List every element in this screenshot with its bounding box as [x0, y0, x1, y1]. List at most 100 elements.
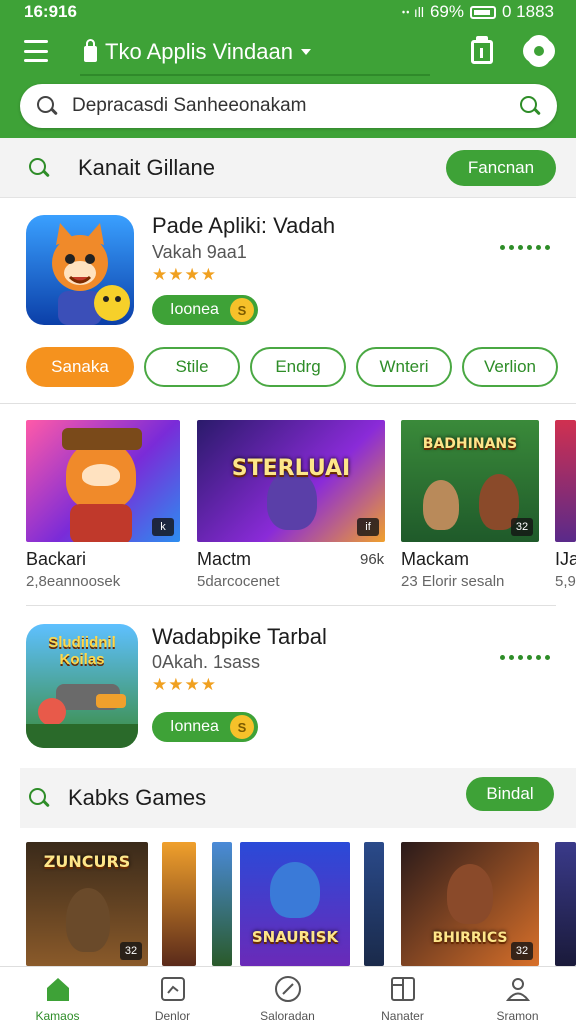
- game-tile[interactable]: ZUNCURS 32: [26, 842, 148, 966]
- tile-name: Mactm: [197, 549, 251, 569]
- more-options-icon[interactable]: [500, 240, 556, 254]
- status-bar: 16:916 ꞏꞏ ıll 69% 0 1883: [0, 0, 576, 26]
- tile-badge: 32: [511, 518, 533, 536]
- rating-stars: ★★★★: [152, 265, 217, 284]
- battery-percent: 69%: [429, 2, 464, 21]
- rating-stars: ★★★★: [152, 675, 217, 694]
- section-title: Kanait Gillane: [78, 154, 215, 180]
- more-options-icon[interactable]: [500, 650, 556, 664]
- chevron-down-icon: [300, 49, 311, 55]
- divider: [0, 403, 576, 404]
- tile-art-title: SNAURISK: [251, 928, 339, 946]
- nav-label: Saloradan: [260, 1009, 315, 1023]
- section-action-button[interactable]: Fancnan: [446, 150, 556, 186]
- search-icon: [28, 157, 50, 179]
- nav-label: Denlor: [154, 1009, 191, 1023]
- tile-name: Backari: [26, 549, 87, 569]
- app-name: Pade Apliki: Vadah: [152, 213, 336, 238]
- gamepad-icon: [161, 977, 185, 1001]
- category-chips: Sanaka Stile Endrg Wnteri Verlion: [0, 347, 576, 387]
- compass-icon: [275, 976, 301, 1002]
- nav-item-games[interactable]: Denlor: [115, 967, 230, 1024]
- game-tile[interactable]: [555, 420, 576, 542]
- nav-label: Kamaos: [35, 1009, 80, 1023]
- chip-verlion[interactable]: Verlion: [462, 347, 558, 387]
- chip-wnteri[interactable]: Wnteri: [356, 347, 452, 387]
- tile-badge: 32: [511, 942, 533, 960]
- clipboard-icon[interactable]: [468, 36, 498, 66]
- nav-item-explore[interactable]: Saloradan: [230, 967, 345, 1024]
- section-header-2: Kabks Games Bindal: [20, 768, 576, 828]
- tile-meta: 2,8eannoosek: [26, 573, 121, 590]
- nav-label: Nanater: [381, 1009, 424, 1023]
- section-header-1: Kanait Gillane Fancnan: [0, 138, 576, 198]
- game-tile[interactable]: BHIRRICS 32: [401, 842, 539, 966]
- search-icon: [28, 787, 50, 809]
- app-header: 16:916 ꞏꞏ ıll 69% 0 1883 Tko Applis Vind…: [0, 0, 576, 138]
- store-selector[interactable]: Tko Applis Vindaan: [80, 30, 430, 76]
- profile-icon: [505, 978, 531, 1001]
- nav-label: Sramon: [496, 1009, 539, 1023]
- game-tile[interactable]: [555, 842, 576, 966]
- tile-art-title: ZUNCURS: [43, 852, 131, 871]
- featured-app-card[interactable]: Sludiidnil Koilas Wadabpike Tarbal 0Akah…: [0, 612, 576, 762]
- nav-item-home[interactable]: Kamaos: [0, 967, 115, 1024]
- lock-icon: [84, 39, 97, 62]
- nav-item-profile[interactable]: Sramon: [460, 967, 575, 1024]
- game-tile[interactable]: k: [26, 420, 180, 542]
- status-right-time: 0 1883: [502, 2, 554, 21]
- section-action-button[interactable]: Bindal: [466, 777, 554, 811]
- tile-meta: 5,9: [555, 573, 576, 590]
- tile-meta: 23 Elorir sesaln: [401, 573, 505, 590]
- app-subtitle: 0Akah. 1sass: [152, 652, 261, 672]
- app-bar: Tko Applis Vindaan: [0, 28, 576, 78]
- game-tile[interactable]: BADHINANS 32: [401, 420, 539, 542]
- status-time: 16:916: [24, 2, 77, 21]
- tile-art-title: STERLUAI: [231, 456, 351, 481]
- section-title: Kabks Games: [68, 785, 207, 810]
- hamburger-menu-icon[interactable]: [24, 40, 48, 62]
- game-tile[interactable]: SNAURISK: [240, 842, 350, 966]
- coin-icon: S: [230, 298, 254, 322]
- nav-item-library[interactable]: Nanater: [345, 967, 460, 1024]
- game-tile[interactable]: [364, 842, 384, 966]
- search-submit-icon[interactable]: [519, 95, 541, 117]
- chip-endrg[interactable]: Endrg: [250, 347, 346, 387]
- battery-icon: [470, 5, 496, 19]
- status-indicators: ꞏꞏ ıll 69% 0 1883: [401, 2, 554, 22]
- gear-icon[interactable]: [524, 36, 554, 66]
- game-tile[interactable]: [212, 842, 232, 966]
- tile-badge: if: [357, 518, 379, 536]
- game-tile[interactable]: [162, 842, 196, 966]
- divider: [26, 605, 556, 606]
- install-button[interactable]: Ioonea S: [152, 295, 258, 325]
- install-button[interactable]: Ionnea S: [152, 712, 258, 742]
- game-tile[interactable]: STERLUAI if: [197, 420, 385, 542]
- bottom-navigation: Kamaos Denlor Saloradan Nanater Sramon: [0, 966, 576, 1024]
- search-input[interactable]: [72, 95, 512, 117]
- install-label: Ioonea: [170, 301, 219, 318]
- tile-art-title: BADHINANS: [422, 436, 518, 452]
- tile-price: 96k: [360, 551, 385, 568]
- signal-indicators: ꞏꞏ ıll: [401, 3, 424, 20]
- app-title: Tko Applis Vindaan: [105, 39, 293, 64]
- app-icon: Sludiidnil Koilas: [26, 624, 138, 748]
- chip-sanaka[interactable]: Sanaka: [26, 347, 134, 387]
- search-bar[interactable]: [20, 84, 557, 128]
- coin-icon: S: [230, 715, 254, 739]
- book-icon: [391, 977, 415, 1001]
- featured-app-card[interactable]: Pade Apliki: Vadah Vakah 9aa1 ★★★★ Ioone…: [0, 198, 576, 338]
- tile-badge: k: [152, 518, 174, 536]
- search-icon: [36, 95, 58, 117]
- app-subtitle: Vakah 9aa1: [152, 242, 247, 262]
- tile-badge: 32: [120, 942, 142, 960]
- tile-name: Mackam: [401, 549, 470, 569]
- tile-meta: 5darcocenet: [197, 573, 280, 590]
- app-icon: [26, 215, 134, 325]
- tile-name: IJa: [555, 549, 576, 569]
- chip-stile[interactable]: Stile: [144, 347, 240, 387]
- app-art-title: Sludiidnil Koilas: [48, 634, 116, 668]
- home-icon: [47, 978, 69, 1001]
- install-label: Ionnea: [170, 718, 219, 735]
- app-name: Wadabpike Tarbal: [152, 624, 327, 649]
